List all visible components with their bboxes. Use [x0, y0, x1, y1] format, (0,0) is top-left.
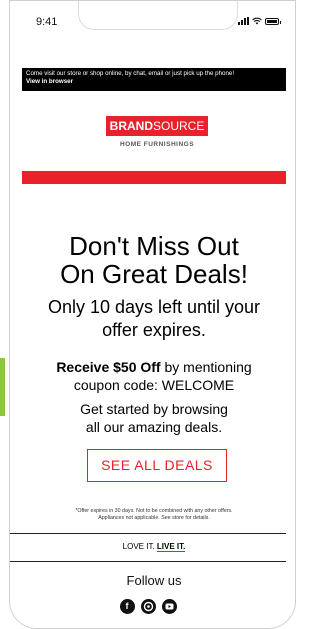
red-divider-bar [22, 171, 286, 184]
battery-icon [265, 18, 281, 25]
signal-icon [238, 17, 249, 25]
view-in-browser-link[interactable]: View in browser [26, 78, 286, 86]
side-accent-tab [0, 358, 5, 416]
coupon-code-text: coupon code: WELCOME [73, 377, 235, 393]
logo-wordmark: BRANDSOURCE [106, 116, 208, 136]
phone-notch [78, 1, 238, 30]
logo-subtitle: HOME FURNISHINGS [119, 141, 195, 148]
wifi-icon [252, 17, 262, 25]
see-all-deals-button[interactable]: SEE ALL DEALS [87, 449, 227, 482]
brand-logo[interactable]: BRANDSOURCE HOME FURNISHINGS [106, 116, 208, 148]
offer-amount: Receive $50 Off [56, 359, 161, 375]
social-links: f [0, 599, 296, 614]
preheader-banner: Come visit our store or shop online, by … [22, 68, 286, 91]
brand-tagline: LOVE IT. LIVE IT. [122, 542, 186, 552]
status-time: 9:41 [36, 16, 58, 28]
offer-text: Receive $50 Off by mentioning coupon cod… [22, 358, 286, 394]
hero-headline: Don't Miss Out On Great Deals! [60, 231, 248, 289]
browse-text: Get started by browsing all our amazing … [80, 401, 228, 435]
hero-subheadline: Only 10 days left until your offer expir… [47, 297, 261, 340]
pinterest-icon[interactable] [140, 599, 156, 614]
follow-us-title: Follow us [126, 573, 182, 588]
youtube-icon[interactable] [161, 599, 177, 614]
footer-divider-bottom [10, 561, 286, 562]
status-icons [238, 17, 281, 25]
disclaimer-text: *Offer expires in 30 days. Not to be com… [75, 508, 233, 521]
footer-divider-top [10, 533, 286, 534]
preheader-text: Come visit our store or shop online, by … [26, 70, 235, 77]
facebook-icon[interactable]: f [119, 599, 135, 614]
status-bar: 9:41 [10, 1, 295, 41]
